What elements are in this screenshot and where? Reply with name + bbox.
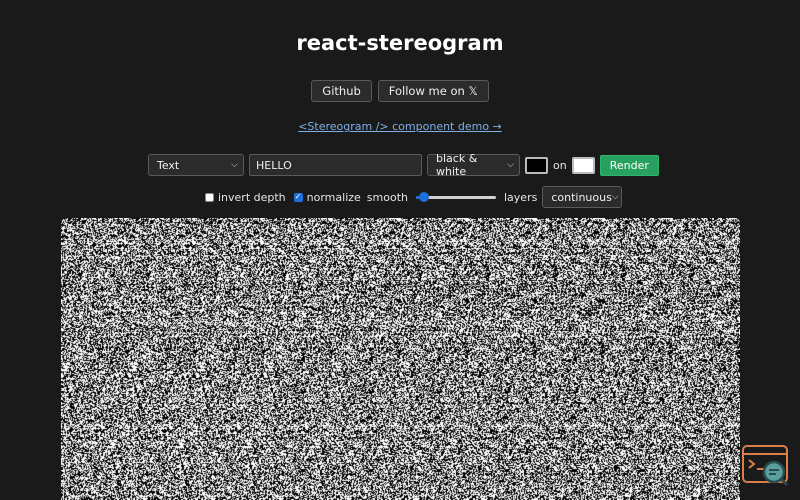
follow-x-button[interactable]: Follow me on 𝕏: [377, 80, 489, 102]
source-select[interactable]: Text ⌵: [148, 154, 244, 176]
slider-thumb[interactable]: [419, 192, 429, 202]
invert-depth-checkbox[interactable]: [205, 192, 214, 202]
page: react-stereogram Github Follow me on 𝕏 <…: [0, 0, 800, 500]
layers-select[interactable]: continuous ⌵: [542, 186, 623, 208]
chevron-down-icon: ⌵: [507, 160, 514, 170]
palette-select[interactable]: black & white ⌵: [427, 152, 520, 178]
github-button[interactable]: Github: [311, 80, 372, 102]
stereogram-image: [61, 218, 740, 500]
normalize-label: normalize: [306, 190, 361, 204]
layers-label: layers: [504, 190, 538, 204]
background-color-picker[interactable]: [571, 156, 595, 174]
palette-select-value: black & white: [436, 152, 478, 178]
controls-row: Text ⌵ HELLO black & white ⌵ on Render: [148, 152, 659, 178]
source-select-value: Text: [157, 158, 180, 172]
stereogram-canvas: [61, 218, 740, 500]
component-demo-link[interactable]: <Stereogram /> component demo →: [0, 120, 800, 133]
invert-depth-label: invert depth: [218, 190, 286, 204]
render-button[interactable]: Render: [599, 154, 659, 176]
smooth-label: smooth: [366, 190, 408, 204]
header-buttons: Github Follow me on 𝕏: [0, 80, 800, 102]
smooth-slider[interactable]: [416, 192, 496, 202]
page-title: react-stereogram: [296, 31, 504, 55]
normalize-checkbox[interactable]: ✓: [293, 192, 303, 202]
text-input[interactable]: HELLO: [249, 154, 422, 176]
chevron-down-icon: ⌵: [611, 192, 619, 202]
text-input-value: HELLO: [256, 158, 292, 172]
chevron-down-icon: ⌵: [231, 160, 238, 170]
foreground-color-picker[interactable]: [525, 156, 548, 174]
layers-select-value: continuous: [551, 190, 612, 204]
on-label: on: [553, 158, 567, 172]
terminal-search-icon[interactable]: [742, 445, 790, 487]
options-row: invert depth ✓ normalize smooth layers c…: [205, 186, 623, 208]
